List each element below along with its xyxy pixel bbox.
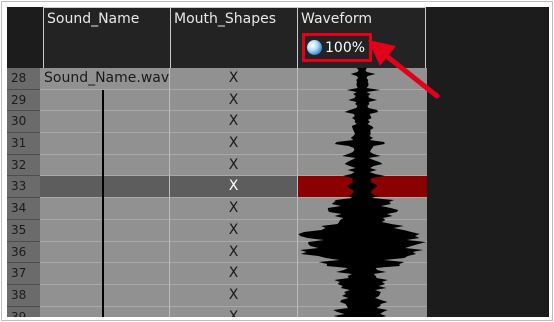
row-number[interactable]: 37 (7, 263, 40, 285)
cell-mouth-shape[interactable]: X (170, 198, 298, 220)
sound-duration-line (102, 90, 104, 317)
row-number[interactable]: 33 (7, 176, 40, 199)
cell-waveform[interactable] (298, 176, 427, 199)
cell-waveform[interactable] (298, 154, 427, 177)
empty-area (427, 284, 549, 307)
empty-area (427, 176, 549, 199)
empty-area (427, 198, 549, 220)
cell-sound-name[interactable] (40, 111, 170, 134)
cell-waveform[interactable] (298, 89, 427, 112)
cell-sound-name[interactable] (40, 241, 170, 264)
empty-area (427, 306, 549, 317)
column-header-sound-name-label: Sound_Name (47, 11, 140, 27)
cell-waveform[interactable] (298, 219, 427, 242)
cell-sound-name[interactable] (40, 89, 170, 112)
row-header-corner (7, 7, 44, 69)
xsheet-row: 39 X (7, 306, 549, 317)
waveform-zoom-value: 100% (325, 39, 366, 56)
cell-waveform[interactable] (298, 306, 427, 317)
cell-waveform[interactable] (298, 133, 427, 155)
empty-area (427, 89, 549, 112)
cell-mouth-shape[interactable]: X (170, 219, 298, 242)
empty-area (427, 263, 549, 285)
row-number[interactable]: 30 (7, 111, 40, 134)
cell-mouth-shape[interactable]: X (170, 133, 298, 155)
cell-sound-name[interactable] (40, 306, 170, 317)
cell-sound-name[interactable] (40, 284, 170, 307)
screenshot-frame: Sound_Name Mouth_Shapes Waveform 100% 28… (1, 1, 553, 321)
xsheet-row: 28 Sound_Name.wav X (7, 68, 549, 90)
row-number[interactable]: 28 (7, 68, 40, 90)
xsheet-panel: Sound_Name Mouth_Shapes Waveform 100% 28… (7, 7, 549, 317)
row-number[interactable]: 39 (7, 306, 40, 317)
cell-mouth-shape[interactable]: X (170, 306, 298, 317)
cell-sound-name[interactable] (40, 219, 170, 242)
xsheet-row: 38 X (7, 284, 549, 307)
row-number[interactable]: 34 (7, 198, 40, 220)
cell-sound-name[interactable] (40, 154, 170, 177)
cell-mouth-shape[interactable]: X (170, 263, 298, 285)
empty-area (427, 154, 549, 177)
cell-waveform[interactable] (298, 111, 427, 134)
cell-waveform[interactable] (298, 241, 427, 264)
empty-area (427, 68, 549, 90)
row-number[interactable]: 36 (7, 241, 40, 264)
cell-waveform[interactable] (298, 263, 427, 285)
xsheet-row: 37 X (7, 263, 549, 285)
row-number[interactable]: 38 (7, 284, 40, 307)
cell-sound-name[interactable]: Sound_Name.wav (40, 68, 170, 90)
cell-waveform[interactable] (298, 198, 427, 220)
xsheet-row: 36 X (7, 241, 549, 264)
xsheet-row: 29 X (7, 89, 549, 112)
cell-waveform[interactable] (298, 284, 427, 307)
cell-mouth-shape[interactable]: X (170, 284, 298, 307)
cell-mouth-shape[interactable]: X (170, 241, 298, 264)
column-header-waveform-label: Waveform (301, 11, 373, 27)
cell-sound-name[interactable] (40, 198, 170, 220)
row-number[interactable]: 31 (7, 133, 40, 155)
cell-mouth-shape[interactable]: X (170, 111, 298, 134)
waveform-zoom-control[interactable]: 100% (302, 33, 372, 62)
cell-sound-name[interactable] (40, 263, 170, 285)
column-header-mouth-shapes-label: Mouth_Shapes (174, 11, 277, 27)
row-number[interactable]: 35 (7, 219, 40, 242)
xsheet-row: 30 X (7, 111, 549, 134)
column-header-mouth-shapes[interactable]: Mouth_Shapes (170, 7, 298, 68)
cell-mouth-shape[interactable]: X (170, 89, 298, 112)
column-header-sound-name[interactable]: Sound_Name (43, 7, 171, 68)
empty-area (427, 219, 549, 242)
xsheet-rows: 28 Sound_Name.wav X 29 X 30 X 31 X 32 X 33 X 34 X 35 X 36… (7, 68, 549, 317)
xsheet-row: 31 X (7, 133, 549, 155)
cell-mouth-shape[interactable]: X (170, 154, 298, 177)
cell-mouth-shape[interactable]: X (170, 68, 298, 90)
globe-icon (307, 40, 322, 55)
xsheet-row: 32 X (7, 154, 549, 177)
xsheet-row: 33 X (7, 176, 549, 199)
cell-mouth-shape[interactable]: X (170, 176, 298, 199)
cell-sound-name[interactable] (40, 176, 170, 199)
empty-area (427, 133, 549, 155)
row-number[interactable]: 29 (7, 89, 40, 112)
cell-sound-name[interactable] (40, 133, 170, 155)
xsheet-row: 34 X (7, 198, 549, 220)
column-header-empty (426, 7, 549, 68)
cell-waveform[interactable] (298, 68, 427, 90)
empty-area (427, 111, 549, 134)
empty-area (427, 241, 549, 264)
xsheet-row: 35 X (7, 219, 549, 242)
row-number[interactable]: 32 (7, 154, 40, 177)
